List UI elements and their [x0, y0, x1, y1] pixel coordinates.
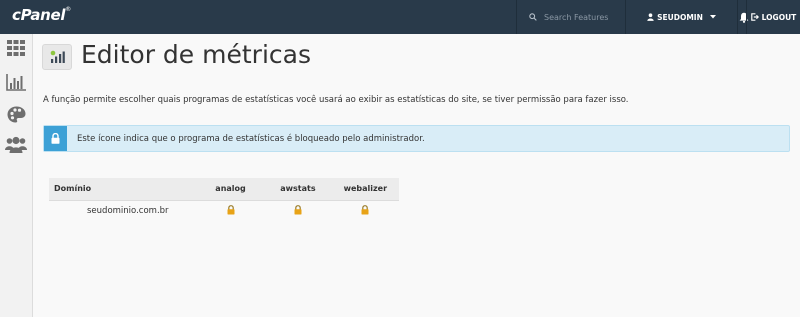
- lock-icon: [227, 204, 235, 215]
- logout-button[interactable]: LOGOUT: [746, 0, 800, 34]
- table-row: seudominio.com.br: [49, 200, 399, 222]
- top-navbar: cPanel® SEUDOMIN LOGOUT: [0, 0, 800, 34]
- search-features: [516, 0, 624, 34]
- sidebar-item-themes[interactable]: [5, 104, 27, 124]
- info-alert: Este ícone indica que o programa de esta…: [43, 125, 790, 152]
- lock-icon: [51, 133, 60, 144]
- lock-icon: [294, 204, 302, 215]
- logo-text: cPanel: [12, 6, 66, 24]
- domain-cell: seudominio.com.br: [87, 206, 169, 217]
- user-icon: [647, 13, 654, 21]
- main-content: Editor de métricas A função permite esco…: [33, 34, 800, 317]
- column-header-domain: Domínio: [49, 178, 197, 201]
- analog-status-cell: [197, 200, 264, 222]
- webalizer-status-cell: [332, 200, 399, 222]
- user-menu[interactable]: SEUDOMIN: [625, 0, 738, 34]
- metrics-table: Domínio analog awstats webalizer seudomi…: [49, 178, 399, 222]
- caret-down-icon: [709, 15, 716, 19]
- lock-icon: [361, 204, 369, 215]
- grid-icon: [7, 40, 25, 56]
- sidebar-item-home[interactable]: [5, 38, 27, 58]
- username: SEUDOMIN: [657, 12, 703, 22]
- table-header-row: Domínio analog awstats webalizer: [49, 178, 399, 201]
- alert-text: Este ícone indica que o programa de esta…: [77, 134, 425, 144]
- sidebar: [0, 34, 33, 317]
- column-header-awstats: awstats: [264, 178, 332, 201]
- logo-trademark: ®: [65, 6, 71, 13]
- bar-chart-icon: [6, 73, 26, 91]
- logout-label: LOGOUT: [761, 12, 797, 22]
- cpanel-logo[interactable]: cPanel®: [12, 6, 71, 24]
- logout-icon: [750, 13, 759, 21]
- sidebar-item-users[interactable]: [5, 134, 27, 154]
- search-input[interactable]: [544, 12, 614, 22]
- palette-icon: [7, 106, 25, 122]
- column-header-analog: analog: [196, 178, 265, 201]
- sidebar-item-statistics[interactable]: [5, 72, 27, 92]
- page-title: Editor de métricas: [81, 40, 311, 69]
- search-icon: [529, 13, 537, 21]
- users-icon: [5, 136, 27, 153]
- metrics-editor-icon: [42, 44, 72, 70]
- metrics-chart-icon: [50, 50, 65, 63]
- awstats-status-cell: [264, 200, 331, 222]
- alert-lock-badge: [44, 126, 67, 151]
- column-header-webalizer: webalizer: [331, 178, 399, 201]
- page-description: A função permite escolher quais programa…: [43, 95, 629, 105]
